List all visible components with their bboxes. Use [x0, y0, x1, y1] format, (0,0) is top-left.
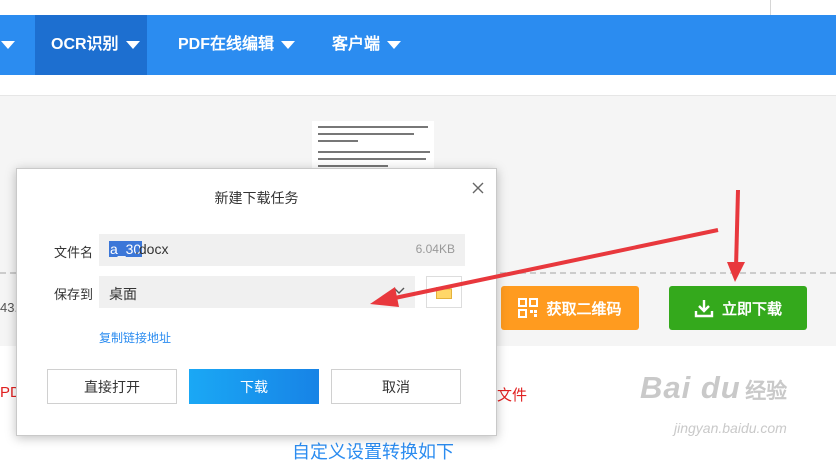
annotation-arrow-to-download [727, 189, 745, 282]
annotation-arrows [370, 189, 745, 307]
annotation-arrow-to-saveto [370, 228, 719, 307]
